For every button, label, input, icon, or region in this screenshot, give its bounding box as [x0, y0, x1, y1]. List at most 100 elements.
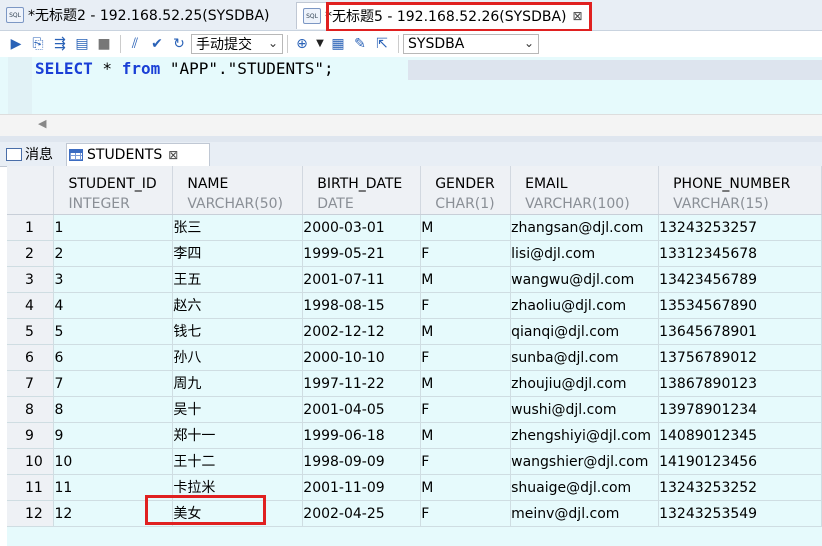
cell-student-id[interactable]: 1: [53, 214, 174, 241]
commit-icon[interactable]: ✔: [147, 34, 167, 54]
editor-tab-untitled5[interactable]: SQL *无标题5 - 192.168.52.26(SYSDBA) ⊠: [296, 2, 590, 29]
cell-birth-date[interactable]: 2001-04-05: [302, 396, 422, 423]
cell-student-id[interactable]: 3: [53, 266, 174, 293]
cell-email[interactable]: wushi@djl.com: [510, 396, 660, 423]
cell-email[interactable]: zhoujiu@djl.com: [510, 370, 660, 397]
table-row[interactable]: 5 5 钱七 2002-12-12 Mqianqi@djl.com 13645678901: [7, 318, 822, 345]
close-icon[interactable]: ⊠: [573, 9, 583, 23]
cell-name[interactable]: 卡拉米: [172, 474, 304, 501]
table-row[interactable]: 4 4 赵六 1998-08-15 Fzhaoliu@djl.com 1353456789…: [7, 292, 822, 319]
cell-name[interactable]: 赵六: [172, 292, 304, 319]
table-row[interactable]: 10 10 王十二 1998-09-09 Fwangshier@djl.com 14190…: [7, 448, 822, 475]
cell-name[interactable]: 王五: [172, 266, 304, 293]
editor-horizontal-scrollbar[interactable]: ◀: [0, 114, 822, 137]
close-icon[interactable]: ⊠: [168, 148, 178, 162]
cell-gender[interactable]: F: [420, 500, 512, 527]
cell-phone-number[interactable]: 13756789012: [658, 344, 822, 371]
cell-student-id[interactable]: 12: [53, 500, 174, 527]
cell-email[interactable]: zhengshiyi@djl.com: [510, 422, 660, 449]
tab-messages[interactable]: 消息: [6, 143, 53, 165]
table-row[interactable]: 11 11 卡拉米 2001-11-09 Mshuaige@djl.com 1324325…: [7, 474, 822, 501]
chevron-down-icon[interactable]: ▼: [314, 34, 326, 54]
cell-gender[interactable]: M: [420, 474, 512, 501]
cell-birth-date[interactable]: 1999-05-21: [302, 240, 422, 267]
cell-phone-number[interactable]: 14089012345: [658, 422, 822, 449]
cell-phone-number[interactable]: 13978901234: [658, 396, 822, 423]
cell-email[interactable]: zhangsan@djl.com: [510, 214, 660, 241]
cell-name[interactable]: 钱七: [172, 318, 304, 345]
cell-gender[interactable]: F: [420, 292, 512, 319]
cell-phone-number[interactable]: 13243253549: [658, 500, 822, 527]
column-header-gender[interactable]: GENDER CHAR(1): [420, 166, 512, 215]
cell-phone-number[interactable]: 13423456789: [658, 266, 822, 293]
run-script-icon[interactable]: ⎘: [28, 34, 48, 54]
cell-birth-date[interactable]: 1998-09-09: [302, 448, 422, 475]
cell-student-id[interactable]: 10: [53, 448, 174, 475]
table-row[interactable]: 12 12 美女 2002-04-25 Fmeinv@djl.com 1324325354…: [7, 500, 822, 527]
table-row[interactable]: 9 9 郑十一 1999-06-18 Mzhengshiyi@djl.com 140890…: [7, 422, 822, 449]
cell-gender[interactable]: M: [420, 266, 512, 293]
cell-name[interactable]: 周九: [172, 370, 304, 397]
table-row[interactable]: 3 3 王五 2001-07-11 Mwangwu@djl.com 13423456789: [7, 266, 822, 293]
run-icon[interactable]: ▶: [6, 34, 26, 54]
cell-student-id[interactable]: 7: [53, 370, 174, 397]
table-row[interactable]: 7 7 周九 1997-11-22 Mzhoujiu@djl.com 1386789012…: [7, 370, 822, 397]
cell-name[interactable]: 美女: [172, 500, 304, 527]
scroll-left-icon[interactable]: ◀: [38, 117, 46, 130]
cell-birth-date[interactable]: 2001-07-11: [302, 266, 422, 293]
cell-birth-date[interactable]: 2001-11-09: [302, 474, 422, 501]
column-header-email[interactable]: EMAIL VARCHAR(100): [510, 166, 660, 215]
cell-email[interactable]: lisi@djl.com: [510, 240, 660, 267]
cell-gender[interactable]: M: [420, 422, 512, 449]
table-row[interactable]: 6 6 孙八 2000-10-10 Fsunba@djl.com 13756789012: [7, 344, 822, 371]
column-header-phone-number[interactable]: PHONE_NUMBER VARCHAR(15): [658, 166, 822, 215]
export-icon[interactable]: ⇱: [372, 34, 392, 54]
table-row[interactable]: 1 1 张三 2000-03-01 Mzhangsan@djl.com 132432532…: [7, 214, 822, 241]
cell-email[interactable]: wangshier@djl.com: [510, 448, 660, 475]
schema-select[interactable]: SYSDBA ⌄: [403, 33, 539, 54]
cell-gender[interactable]: M: [420, 370, 512, 397]
cell-gender[interactable]: F: [420, 344, 512, 371]
run-file-icon[interactable]: ▤: [72, 34, 92, 54]
cell-student-id[interactable]: 8: [53, 396, 174, 423]
cell-birth-date[interactable]: 2000-10-10: [302, 344, 422, 371]
cell-student-id[interactable]: 6: [53, 344, 174, 371]
sql-editor[interactable]: SELECT * from "APP"."STUDENTS";: [0, 57, 822, 114]
schedule-icon[interactable]: ▦: [328, 34, 348, 54]
cell-birth-date[interactable]: 1999-06-18: [302, 422, 422, 449]
cell-gender[interactable]: F: [420, 396, 512, 423]
cell-name[interactable]: 吴十: [172, 396, 304, 423]
rollback-icon[interactable]: ↻: [169, 34, 189, 54]
cell-name[interactable]: 李四: [172, 240, 304, 267]
cell-name[interactable]: 孙八: [172, 344, 304, 371]
cell-name[interactable]: 郑十一: [172, 422, 304, 449]
cell-student-id[interactable]: 2: [53, 240, 174, 267]
cell-name[interactable]: 王十二: [172, 448, 304, 475]
cell-birth-date[interactable]: 2002-04-25: [302, 500, 422, 527]
cell-phone-number[interactable]: 13867890123: [658, 370, 822, 397]
target-icon[interactable]: ⊕: [292, 34, 312, 54]
table-row[interactable]: 2 2 李四 1999-05-21 Flisi@djl.com 13312345678: [7, 240, 822, 267]
run-explain-icon[interactable]: ⇶: [50, 34, 70, 54]
format-sql-icon[interactable]: ✎: [350, 34, 370, 54]
sql-line-1[interactable]: SELECT * from "APP"."STUDENTS";: [35, 59, 334, 78]
cell-gender[interactable]: F: [420, 448, 512, 475]
cell-phone-number[interactable]: 13534567890: [658, 292, 822, 319]
column-header-student-id[interactable]: STUDENT_ID INTEGER: [53, 166, 174, 215]
cell-student-id[interactable]: 5: [53, 318, 174, 345]
cell-birth-date[interactable]: 1998-08-15: [302, 292, 422, 319]
cell-email[interactable]: meinv@djl.com: [510, 500, 660, 527]
cell-student-id[interactable]: 9: [53, 422, 174, 449]
cell-phone-number[interactable]: 13243253257: [658, 214, 822, 241]
cell-name[interactable]: 张三: [172, 214, 304, 241]
stop-icon[interactable]: ■: [94, 34, 114, 54]
cell-email[interactable]: shuaige@djl.com: [510, 474, 660, 501]
cell-phone-number[interactable]: 14190123456: [658, 448, 822, 475]
commit-mode-select[interactable]: 手动提交 ⌄: [191, 33, 283, 54]
cell-birth-date[interactable]: 1997-11-22: [302, 370, 422, 397]
column-header-birth-date[interactable]: BIRTH_DATE DATE: [302, 166, 422, 215]
cell-gender[interactable]: M: [420, 214, 512, 241]
cell-phone-number[interactable]: 13312345678: [658, 240, 822, 267]
cell-birth-date[interactable]: 2002-12-12: [302, 318, 422, 345]
cell-student-id[interactable]: 11: [53, 474, 174, 501]
